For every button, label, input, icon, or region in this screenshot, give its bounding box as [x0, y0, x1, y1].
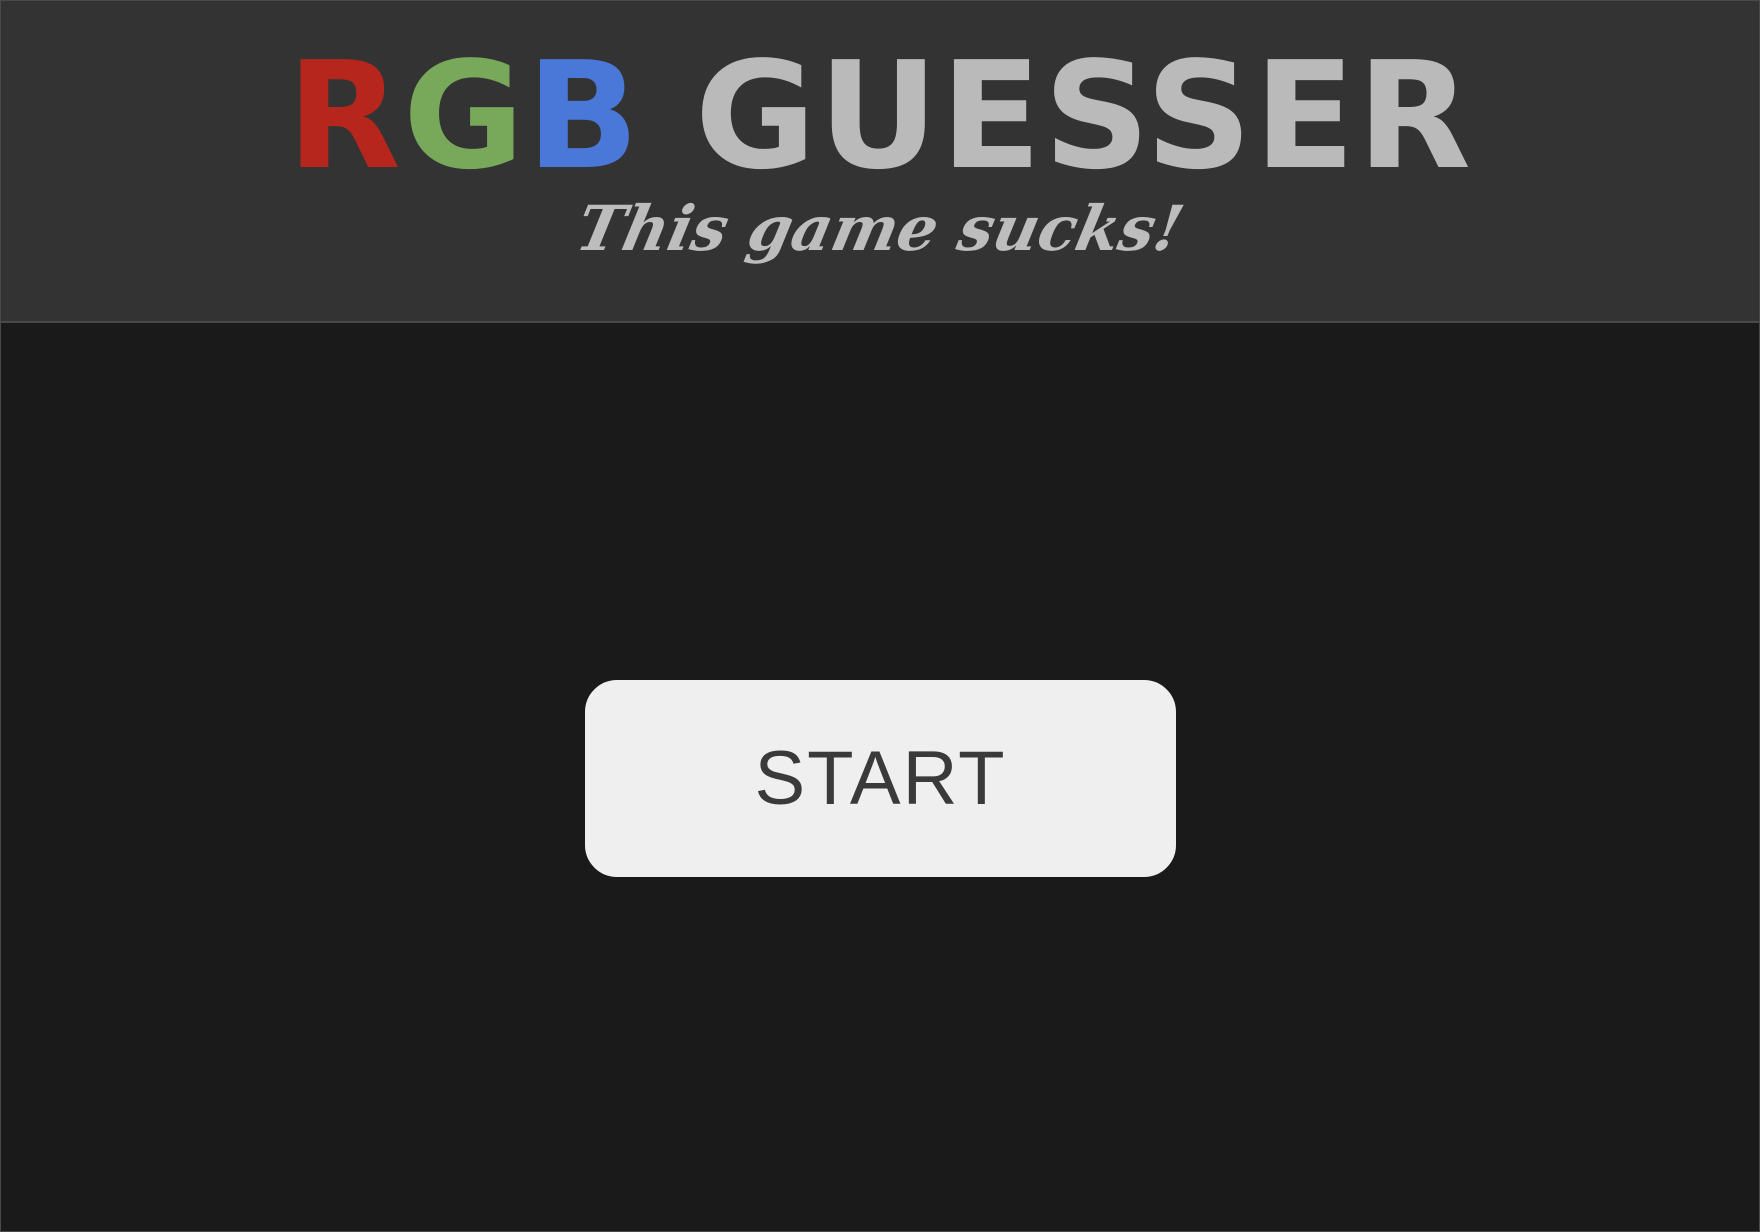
title-letter-b: B: [526, 30, 642, 202]
game-screen: RGB GUESSER This game sucks! START: [0, 0, 1760, 1232]
start-button[interactable]: START: [583, 678, 1178, 879]
title-letter-r: R: [286, 30, 403, 202]
game-title: RGB GUESSER: [1, 31, 1759, 201]
header: RGB GUESSER This game sucks!: [1, 1, 1759, 323]
game-subtitle: This game sucks!: [570, 192, 1190, 265]
title-letter-g: G: [402, 30, 527, 202]
title-guesser: GUESSER: [641, 30, 1474, 202]
